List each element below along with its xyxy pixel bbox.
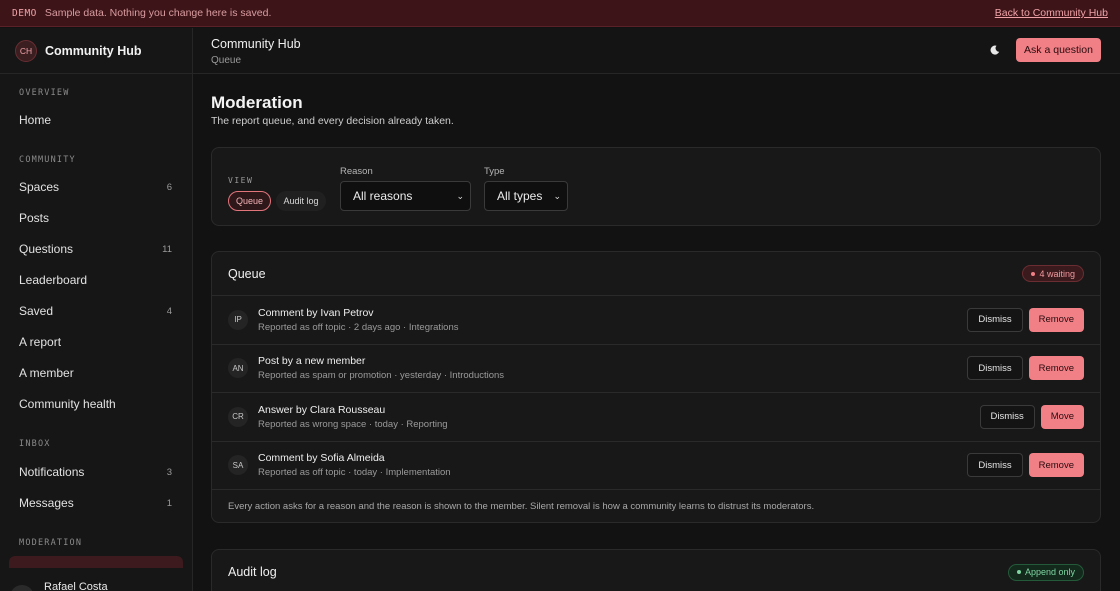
user-menu[interactable]: RC Rafael Costa ↕ [0,573,192,591]
remove-button[interactable]: Remove [1028,307,1084,332]
queue-badge-label: 4 waiting [1039,268,1075,279]
audit-log-card: Audit log Append only [211,549,1101,591]
queue-title: Queue [228,266,266,281]
demo-text: Sample data. Nothing you change here is … [44,7,272,19]
avatar: SA [228,455,248,476]
avatar: RC [10,585,34,591]
demo-tag: DEMO [12,7,37,19]
sidebar-item-label: Questions [19,242,74,256]
sidebar-item-label: Leaderboard [19,273,88,287]
sidebar-item-a-report[interactable]: A report [0,327,192,357]
view-label: VIEW [228,176,254,185]
table-row: CR Answer by Clara Rousseau Reported as … [212,393,1100,442]
sidebar-item-community-health[interactable]: Community health [0,389,192,419]
avatar: IP [228,309,248,330]
page-title: Moderation [211,93,303,112]
type-label: Type [484,166,505,177]
ask-question-button[interactable]: Ask a question [1016,38,1101,62]
sidebar-item-questions[interactable]: Questions 11 [0,234,192,264]
sidebar-item-label: Notifications [19,465,85,479]
queue-card: Queue 4 waiting IP Comment by Ivan Petro… [211,251,1101,523]
topbar-title: Community Hub [211,37,301,51]
row-title[interactable]: Comment by Ivan Petrov [258,307,459,319]
dismiss-button[interactable]: Dismiss [967,356,1023,381]
sidebar-item-messages[interactable]: Messages 1 [0,488,192,518]
view-queue-pill[interactable]: Queue [228,191,271,211]
sidebar-item-a-member[interactable]: A member [0,358,192,388]
section-inbox: INBOX [19,439,51,449]
reason-select[interactable]: All reasons ⌄ [340,181,471,211]
table-row: IP Comment by Ivan Petrov Reported as of… [212,296,1100,345]
row-meta: Reported as spam or promotion · yesterda… [258,370,505,382]
sidebar-item-posts[interactable]: Posts [0,203,192,233]
table-row: AN Post by a new member Reported as spam… [212,345,1100,393]
sidebar-item-label: Community health [19,397,116,411]
dot-icon [1031,271,1036,276]
row-meta: Reported as off topic · 2 days ago · Int… [258,321,459,333]
sidebar-item-count: 1 [166,497,172,509]
dot-icon [1016,570,1021,574]
section-moderation: MODERATION [19,538,83,548]
status-badge: 4 waiting [1022,265,1084,282]
sidebar-item-count: 3 [166,466,172,478]
brand-logo: CH [15,39,37,62]
dismiss-button[interactable]: Dismiss [979,404,1035,429]
reason-label: Reason [340,166,373,177]
audit-header: Audit log Append only [212,550,1100,591]
audit-badge-label: Append only [1024,567,1075,577]
audit-title: Audit log [228,565,277,579]
remove-button[interactable]: Remove [1028,356,1084,381]
queue-header: Queue 4 waiting [212,252,1100,296]
sidebar: CH Community Hub OVERVIEW Home COMMUNITY… [0,28,193,591]
sidebar-item-label: Spaces [19,180,60,194]
sidebar-item-notifications[interactable]: Notifications 3 [0,457,192,487]
row-title[interactable]: Comment by Sofia Almeida [258,452,451,464]
move-button[interactable]: Move [1040,404,1084,429]
sidebar-item-label: Messages [19,496,74,510]
demo-banner: DEMO Sample data. Nothing you change her… [0,0,1120,27]
back-to-community-link[interactable]: Back to Community Hub [995,7,1108,19]
sidebar-item-saved[interactable]: Saved 4 [0,296,192,326]
type-select[interactable]: All types ⌄ [484,181,568,211]
row-meta: Reported as off topic · today · Implemen… [258,467,451,479]
section-overview: OVERVIEW [19,88,70,98]
sidebar-item-label: Home [19,113,52,127]
sidebar-item-moderation-active[interactable] [9,556,183,568]
filters-card: VIEW Queue Audit log Reason All reasons … [211,147,1101,226]
chevron-down-icon: ⌄ [456,190,464,201]
topbar: Community Hub Queue Ask a question [193,28,1120,74]
sidebar-item-count: 6 [166,181,172,193]
dismiss-button[interactable]: Dismiss [967,307,1023,332]
sidebar-item-spaces[interactable]: Spaces 6 [0,172,192,202]
user-name: Rafael Costa [44,581,108,591]
avatar: CR [228,406,248,427]
breadcrumb: Queue [211,55,242,66]
view-audit-log-pill[interactable]: Audit log [276,191,326,211]
reason-value: All reasons [353,189,413,203]
sidebar-item-home[interactable]: Home [0,105,192,135]
remove-button[interactable]: Remove [1028,453,1084,478]
page-subtitle: The report queue, and every decision alr… [211,115,454,127]
avatar: AN [228,358,248,379]
section-community: COMMUNITY [19,155,76,165]
status-badge: Append only [1007,563,1084,581]
row-title[interactable]: Answer by Clara Rousseau [258,404,448,416]
queue-footnote: Every action asks for a reason and the r… [228,501,815,512]
type-value: All types [497,189,543,203]
sidebar-item-label: A report [19,335,62,349]
sidebar-item-label: Saved [19,304,54,318]
sidebar-item-count: 4 [166,305,172,317]
row-meta: Reported as wrong space · today · Report… [258,418,448,430]
brand-name: Community Hub [45,43,142,58]
row-title[interactable]: Post by a new member [258,355,504,367]
dismiss-button[interactable]: Dismiss [967,453,1023,478]
brand[interactable]: CH Community Hub [0,28,192,74]
chevron-down-icon: ⌄ [553,190,561,201]
sidebar-item-label: A member [19,366,74,380]
table-row: SA Comment by Sofia Almeida Reported as … [212,442,1100,490]
sidebar-item-leaderboard[interactable]: Leaderboard [0,265,192,295]
theme-toggle-moon-icon[interactable] [987,42,1003,58]
sidebar-item-count: 11 [162,243,172,255]
sidebar-item-label: Posts [19,211,50,225]
